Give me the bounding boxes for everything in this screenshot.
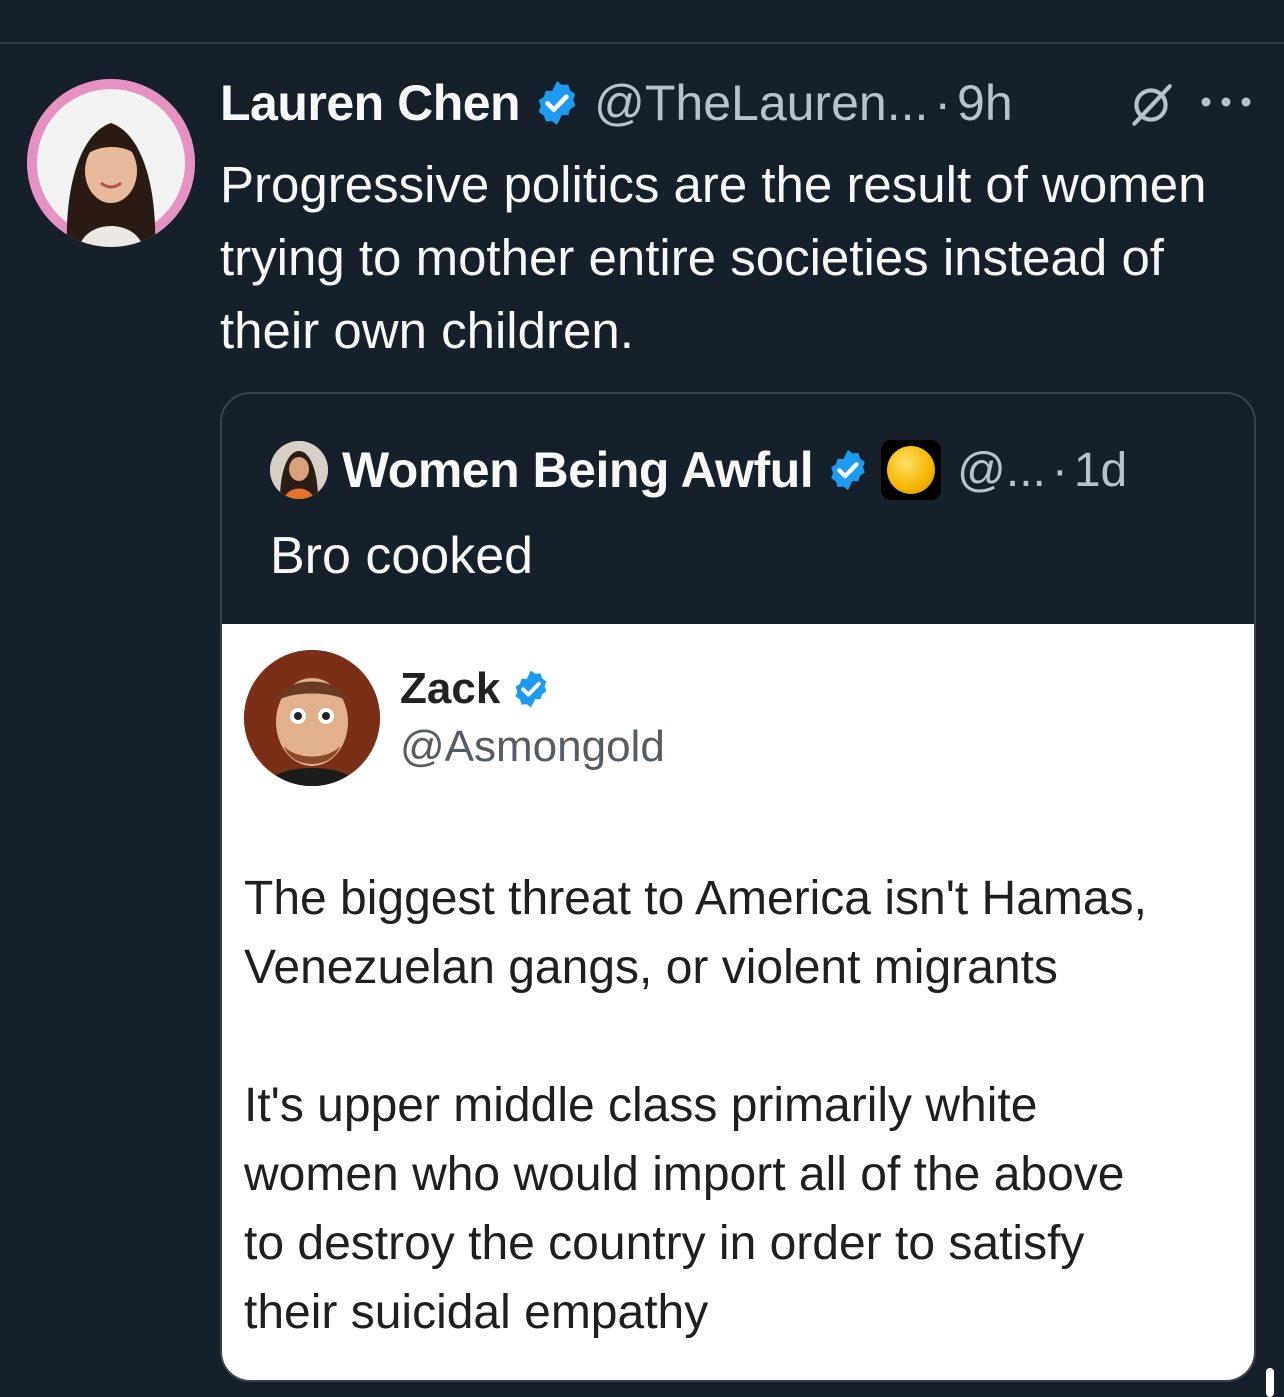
quoted-verified-badge-icon	[825, 447, 871, 493]
grok-icon[interactable]	[1126, 80, 1176, 130]
quoted-separator: ·	[1051, 443, 1068, 497]
tweet-text: Progressive politics are the result of w…	[220, 156, 1207, 359]
quoted-tweet-header: Women Being Awful @... · 1d	[270, 440, 1127, 500]
quoted-handle: @...	[957, 443, 1046, 497]
verified-badge-icon[interactable]	[532, 78, 582, 128]
tweet[interactable]: Lauren Chen @TheLauren... · 9h Progressi…	[0, 44, 1284, 1397]
quoted-timestamp: 1d	[1073, 443, 1128, 497]
scrollbar-thumb[interactable]	[1266, 1368, 1274, 1397]
display-name[interactable]: Lauren Chen	[220, 74, 521, 132]
quoted-tweet-text: Bro cooked	[270, 527, 534, 585]
separator: ·	[934, 75, 952, 131]
media-author-handle: @Asmongold	[400, 722, 665, 771]
quoted-tweet-card[interactable]: Women Being Awful @... · 1d Bro cooked Z…	[220, 392, 1256, 1382]
quoted-display-name[interactable]: Women Being Awful	[342, 441, 814, 499]
more-options-icon[interactable]	[1198, 90, 1254, 114]
media-paragraph: It's upper middle class primarily white …	[244, 1079, 1125, 1339]
quoted-avatar	[270, 441, 328, 499]
media-verified-badge-icon	[510, 668, 552, 710]
quoted-media-image[interactable]: Zack @Asmongold The biggest threat to Am…	[222, 624, 1254, 1380]
yellow-circle-emoji-icon	[881, 440, 942, 500]
tweet-header: Lauren Chen @TheLauren... · 9h	[220, 70, 1013, 136]
handle[interactable]: @TheLauren...	[594, 74, 928, 132]
media-author-name-row: Zack	[400, 664, 552, 714]
timestamp[interactable]: 9h	[957, 74, 1013, 132]
media-author-avatar	[244, 650, 380, 786]
media-paragraph: The biggest threat to America isn't Hama…	[244, 872, 1147, 994]
media-post-text: The biggest threat to America isn't Hama…	[244, 864, 1234, 1347]
avatar[interactable]	[27, 79, 195, 247]
media-author-name: Zack	[400, 664, 501, 713]
